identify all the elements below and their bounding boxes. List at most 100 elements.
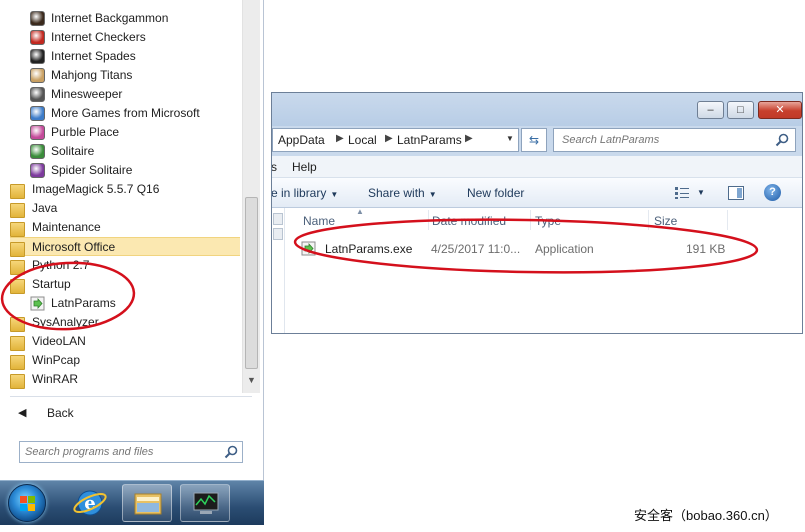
executable-icon [30, 296, 45, 311]
back-button[interactable]: ◀ Back [14, 403, 244, 425]
breadcrumb-chevron-icon[interactable]: ▶ [336, 133, 344, 144]
include-in-library-button[interactable]: e in library ▼ [272, 186, 338, 200]
file-name[interactable]: LatnParams.exe [325, 242, 412, 256]
folder-icon [10, 317, 25, 332]
program-label: More Games from Microsoft [51, 106, 200, 120]
nav-scrollbar-thumb[interactable] [273, 213, 283, 225]
command-bar: e in library ▼ Share with ▼ New folder ▼ ? [272, 178, 802, 208]
program-item[interactable]: Microsoft Office [10, 237, 240, 257]
program-item[interactable]: VideoLAN [10, 332, 240, 351]
nav-scrollbar-arrow[interactable] [273, 228, 283, 240]
task-manager-icon [193, 492, 219, 514]
program-item[interactable]: Internet Backgammon [30, 9, 240, 28]
program-item[interactable]: Startup [10, 275, 240, 294]
address-dropdown-icon[interactable]: ▼ [506, 134, 514, 143]
breadcrumb-latnparams[interactable]: LatnParams [397, 133, 462, 147]
explorer-window: ‒ □ ✕ AppData ▶ Local ▶ LatnParams ▶ ▼ ⇆… [271, 92, 803, 334]
program-label: Solitaire [51, 144, 95, 158]
program-item[interactable]: ImageMagick 5.5.7 Q16 [10, 180, 240, 199]
file-type: Application [535, 242, 594, 256]
scrollbar-thumb[interactable] [245, 197, 258, 369]
program-label: Startup [32, 277, 71, 291]
scroll-down-arrow-icon[interactable]: ▼ [245, 374, 258, 387]
taskbar-task-manager[interactable] [180, 484, 230, 522]
maximize-button[interactable]: □ [727, 101, 754, 119]
program-item[interactable]: Purble Place [30, 123, 240, 142]
spades-icon [30, 49, 45, 64]
taskbar-internet-explorer[interactable]: e [65, 484, 115, 522]
folder-icon [10, 279, 25, 294]
program-item[interactable]: Maintenance [10, 218, 240, 237]
table-row[interactable]: LatnParams.exe 4/25/2017 11:0... Applica… [294, 238, 726, 260]
start-menu: Internet Backgammon Internet Checkers Inte… [0, 0, 264, 480]
menu-help[interactable]: Help [292, 160, 317, 174]
executable-icon [301, 241, 316, 256]
backgammon-icon [30, 11, 45, 26]
checkers-icon [30, 30, 45, 45]
close-button[interactable]: ✕ [758, 101, 802, 119]
more-games-icon [30, 106, 45, 121]
program-item[interactable]: SysAnalyzer [10, 313, 240, 332]
breadcrumb-chevron-icon[interactable]: ▶ [385, 133, 393, 144]
column-name[interactable]: Name [303, 214, 335, 228]
file-size: 191 KB [686, 242, 726, 256]
column-date-modified[interactable]: Date modified [432, 214, 506, 228]
program-item[interactable]: Spider Solitaire [30, 161, 240, 180]
breadcrumb[interactable]: AppData ▶ Local ▶ LatnParams ▶ ▼ [272, 128, 519, 152]
breadcrumb-local[interactable]: Local [348, 133, 377, 147]
preview-pane-icon[interactable] [728, 186, 744, 200]
spider-solitaire-icon [30, 163, 45, 178]
program-item[interactable]: Mahjong Titans [30, 66, 240, 85]
solitaire-icon [30, 144, 45, 159]
minesweeper-icon [30, 87, 45, 102]
breadcrumb-appdata[interactable]: AppData [278, 133, 325, 147]
start-orb[interactable] [8, 484, 46, 522]
menu-partial[interactable]: s [272, 160, 277, 174]
start-search-input[interactable] [23, 444, 213, 460]
program-item[interactable]: LatnParams [30, 294, 240, 313]
program-label: Python 2.7 [32, 258, 90, 272]
program-label: SysAnalyzer [32, 315, 99, 329]
program-label: Purble Place [51, 125, 120, 139]
start-search-box[interactable] [19, 441, 243, 463]
column-type[interactable]: Type [535, 214, 561, 228]
watermark: 安全客（bobao.360.cn） [634, 508, 778, 523]
folder-icon [10, 374, 25, 389]
search-icon[interactable] [775, 133, 789, 147]
folder-search-box[interactable] [553, 128, 796, 152]
breadcrumb-chevron-icon[interactable]: ▶ [465, 133, 473, 144]
new-folder-button[interactable]: New folder [467, 186, 524, 200]
program-item[interactable]: More Games from Microsoft [30, 104, 240, 123]
program-item[interactable]: Python 2.7 [10, 256, 240, 275]
search-icon[interactable] [224, 445, 238, 459]
program-item[interactable]: Solitaire [30, 142, 240, 161]
refresh-button[interactable]: ⇆ [521, 128, 547, 152]
program-item[interactable]: Minesweeper [30, 85, 240, 104]
program-item[interactable]: WinPcap [10, 351, 240, 370]
program-label: VideoLAN [32, 334, 86, 348]
windows-logo-icon [20, 496, 27, 503]
program-item[interactable]: WinRAR [10, 370, 240, 389]
folder-search-input[interactable] [560, 132, 760, 148]
program-label: Internet Checkers [51, 30, 146, 44]
programs-scrollbar[interactable]: ▼ [242, 0, 260, 393]
program-item[interactable]: Java [10, 199, 240, 218]
window-titlebar[interactable]: ‒ □ ✕ [272, 93, 802, 126]
change-view-icon[interactable] [674, 186, 690, 200]
taskbar-windows-explorer[interactable] [122, 484, 172, 522]
folder-icon [10, 242, 25, 257]
share-with-button[interactable]: Share with ▼ [368, 186, 437, 200]
view-dropdown-icon[interactable]: ▼ [697, 188, 705, 197]
menu-bar: s Help [272, 156, 802, 178]
folder-icon [10, 260, 25, 275]
internet-explorer-icon: e [73, 490, 107, 516]
folder-icon [10, 184, 25, 199]
divider [10, 396, 252, 397]
program-item[interactable]: Internet Spades [30, 47, 240, 66]
minimize-button[interactable]: ‒ [697, 101, 724, 119]
help-icon[interactable]: ? [764, 184, 781, 201]
refresh-icon: ⇆ [528, 133, 540, 147]
column-size[interactable]: Size [654, 214, 677, 228]
program-item[interactable]: Internet Checkers [30, 28, 240, 47]
navigation-pane [272, 208, 285, 333]
